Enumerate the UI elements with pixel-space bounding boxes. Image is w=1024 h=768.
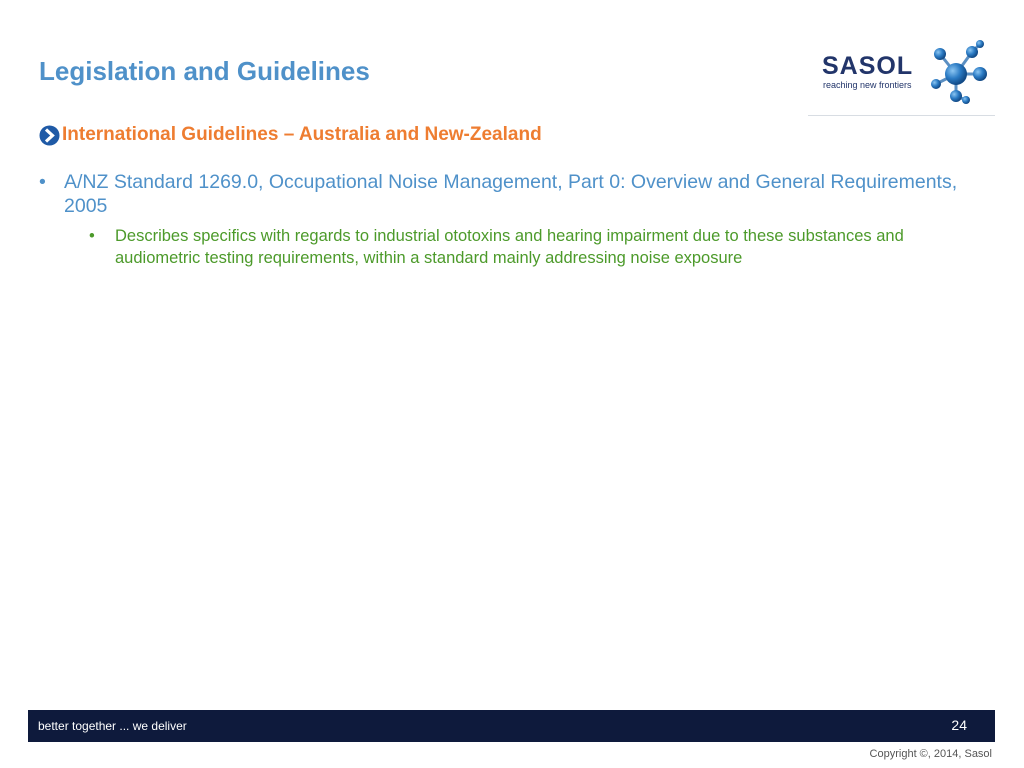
subheading-text: International Guidelines – Australia and… <box>62 124 542 145</box>
bullet-item: • A/NZ Standard 1269.0, Occupational Noi… <box>39 170 979 218</box>
slide: Legislation and Guidelines SASOL reachin… <box>0 0 1024 768</box>
footer-tagline: better together ... we deliver <box>38 719 187 733</box>
molecule-icon <box>931 40 987 104</box>
header-divider <box>808 115 995 116</box>
copyright-notice: Copyright ©, 2014, Sasol <box>869 748 992 760</box>
logo-wordmark: SASOL <box>822 52 914 80</box>
logo-tagline: reaching new frontiers <box>823 80 912 90</box>
page-number: 24 <box>951 717 967 733</box>
footer-bar: better together ... we deliver 24 <box>28 710 995 742</box>
sasol-logo: SASOL reaching new frontiers <box>818 40 988 106</box>
chevron-right-icon <box>39 125 60 145</box>
bullet-marker: • <box>39 171 46 193</box>
slide-title: Legislation and Guidelines <box>39 56 370 86</box>
sub-bullet-marker: • <box>89 227 95 245</box>
sub-bullet-item: • Describes specifics with regards to in… <box>89 226 949 269</box>
section-subheading: International Guidelines – Australia and… <box>39 122 542 148</box>
sub-bullet-text: Describes specifics with regards to indu… <box>115 227 904 267</box>
bullet-text: A/NZ Standard 1269.0, Occupational Noise… <box>64 171 958 217</box>
